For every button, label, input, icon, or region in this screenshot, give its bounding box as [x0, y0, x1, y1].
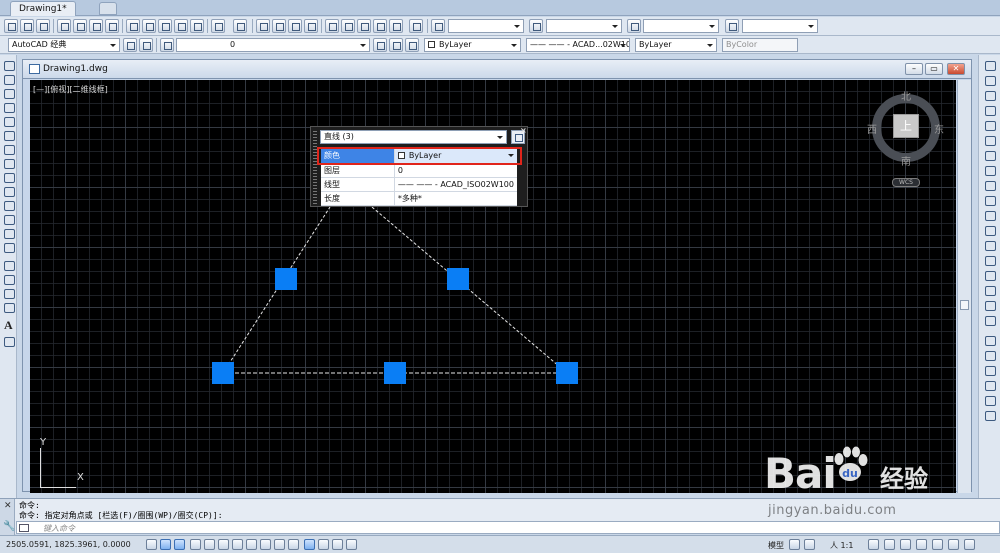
property-value[interactable]: —— —— - ACAD_ISO02W100 [394, 177, 517, 192]
baidu-watermark: Bai du 经验 jingyan.baidu.com [764, 445, 1000, 525]
ucs-x-axis [40, 487, 76, 488]
annotation-monitor-toggle[interactable] [346, 539, 357, 550]
ucs-x-label: X [77, 472, 84, 483]
command-placeholder: 键入命令 [43, 524, 75, 533]
grip-bottom-right[interactable] [556, 362, 578, 384]
snap-toggle[interactable] [160, 539, 171, 550]
panel-drag-handle[interactable] [313, 131, 317, 205]
compass-south[interactable]: 南 [901, 153, 911, 168]
viewcube-face-label: 上 [899, 119, 912, 133]
grip-left-midpoint[interactable] [275, 268, 297, 290]
selection-cycling-toggle[interactable] [332, 539, 343, 550]
wcs-label: WCS [899, 179, 913, 186]
property-key: 长度 [321, 191, 395, 206]
annotation-scale[interactable]: 人 1:1 [830, 540, 853, 551]
osnap-toggle[interactable] [218, 539, 229, 550]
property-key: 线型 [321, 177, 395, 192]
lock-icon[interactable] [916, 539, 927, 550]
coordinate-readout[interactable]: 2505.0591, 1825.3961, 0.0000 [6, 540, 131, 549]
grid-toggle[interactable] [174, 539, 185, 550]
annotation-visibility-icon[interactable] [868, 539, 879, 550]
compass-north[interactable]: 北 [901, 88, 911, 103]
highlight-annotation-box [317, 147, 522, 165]
close-icon[interactable]: ✕ [4, 501, 12, 511]
wrench-icon[interactable]: 🔧 [3, 521, 15, 532]
ucs-y-axis [40, 448, 41, 488]
close-icon[interactable]: × [520, 126, 527, 135]
selection-type-value: 直线 (3) [324, 132, 354, 141]
3d-osnap-toggle[interactable] [232, 539, 243, 550]
hardware-acceleration-icon[interactable] [932, 539, 943, 550]
line-left[interactable] [222, 206, 331, 374]
ucs-y-label: Y [40, 437, 47, 448]
command-prompt-icon[interactable] [19, 524, 29, 532]
quick-view-drawings-icon[interactable] [804, 539, 815, 550]
selection-type-select[interactable]: 直线 (3) [320, 130, 507, 144]
workspace-switching-icon[interactable] [900, 539, 911, 550]
property-row-layer[interactable]: 图层 0 [321, 163, 517, 178]
compass-west[interactable]: 西 [867, 121, 877, 136]
command-history-line: 命令: 指定对角点或 [栏选(F)/圈围(WP)/圈交(CP)]: [19, 511, 223, 520]
quick-properties-panel: 直线 (3) × 颜色 ByLayer 图层 0 线型 —— —— - ACAD… [310, 126, 528, 207]
viewcube-top-face[interactable]: 上 [893, 114, 919, 138]
quick-view-layouts-icon[interactable] [789, 539, 800, 550]
property-key: 图层 [321, 163, 395, 178]
auto-scale-icon[interactable] [884, 539, 895, 550]
ortho-toggle[interactable] [190, 539, 201, 550]
property-row-linetype[interactable]: 线型 —— —— - ACAD_ISO02W100 [321, 177, 517, 192]
watermark-brand: Bai [764, 449, 837, 498]
property-value: *多种* [394, 191, 517, 206]
model-space-button[interactable]: 模型 [768, 540, 784, 551]
line-right[interactable] [371, 206, 568, 374]
wcs-menu[interactable]: WCS [892, 178, 920, 187]
ducs-toggle[interactable] [260, 539, 271, 550]
chevron-down-icon [496, 132, 505, 142]
property-value[interactable]: 0 [394, 163, 517, 178]
otrack-toggle[interactable] [246, 539, 257, 550]
svg-text:du: du [842, 467, 858, 480]
quick-properties-toggle[interactable] [318, 539, 329, 550]
compass-east[interactable]: 东 [934, 121, 944, 136]
grip-bottom-midpoint[interactable] [384, 362, 406, 384]
isolate-objects-icon[interactable] [948, 539, 959, 550]
polar-toggle[interactable] [204, 539, 215, 550]
command-line-handle[interactable]: ✕ 🔧 [0, 499, 15, 535]
infer-constraints-toggle[interactable] [146, 539, 157, 550]
watermark-url: jingyan.baidu.com [768, 503, 897, 518]
clean-screen-icon[interactable] [964, 539, 975, 550]
lineweight-toggle[interactable] [288, 539, 299, 550]
grip-bottom-left[interactable] [212, 362, 234, 384]
property-row-length[interactable]: 长度 *多种* [321, 191, 517, 206]
baidu-paw-icon: du [834, 446, 868, 481]
dyn-toggle[interactable] [274, 539, 285, 550]
transparency-toggle[interactable] [304, 539, 315, 550]
status-bar: 2505.0591, 1825.3961, 0.0000 模型 人 1:1 [0, 535, 1000, 553]
watermark-brand-cn: 经验 [880, 465, 928, 493]
grip-right-midpoint[interactable] [447, 268, 469, 290]
